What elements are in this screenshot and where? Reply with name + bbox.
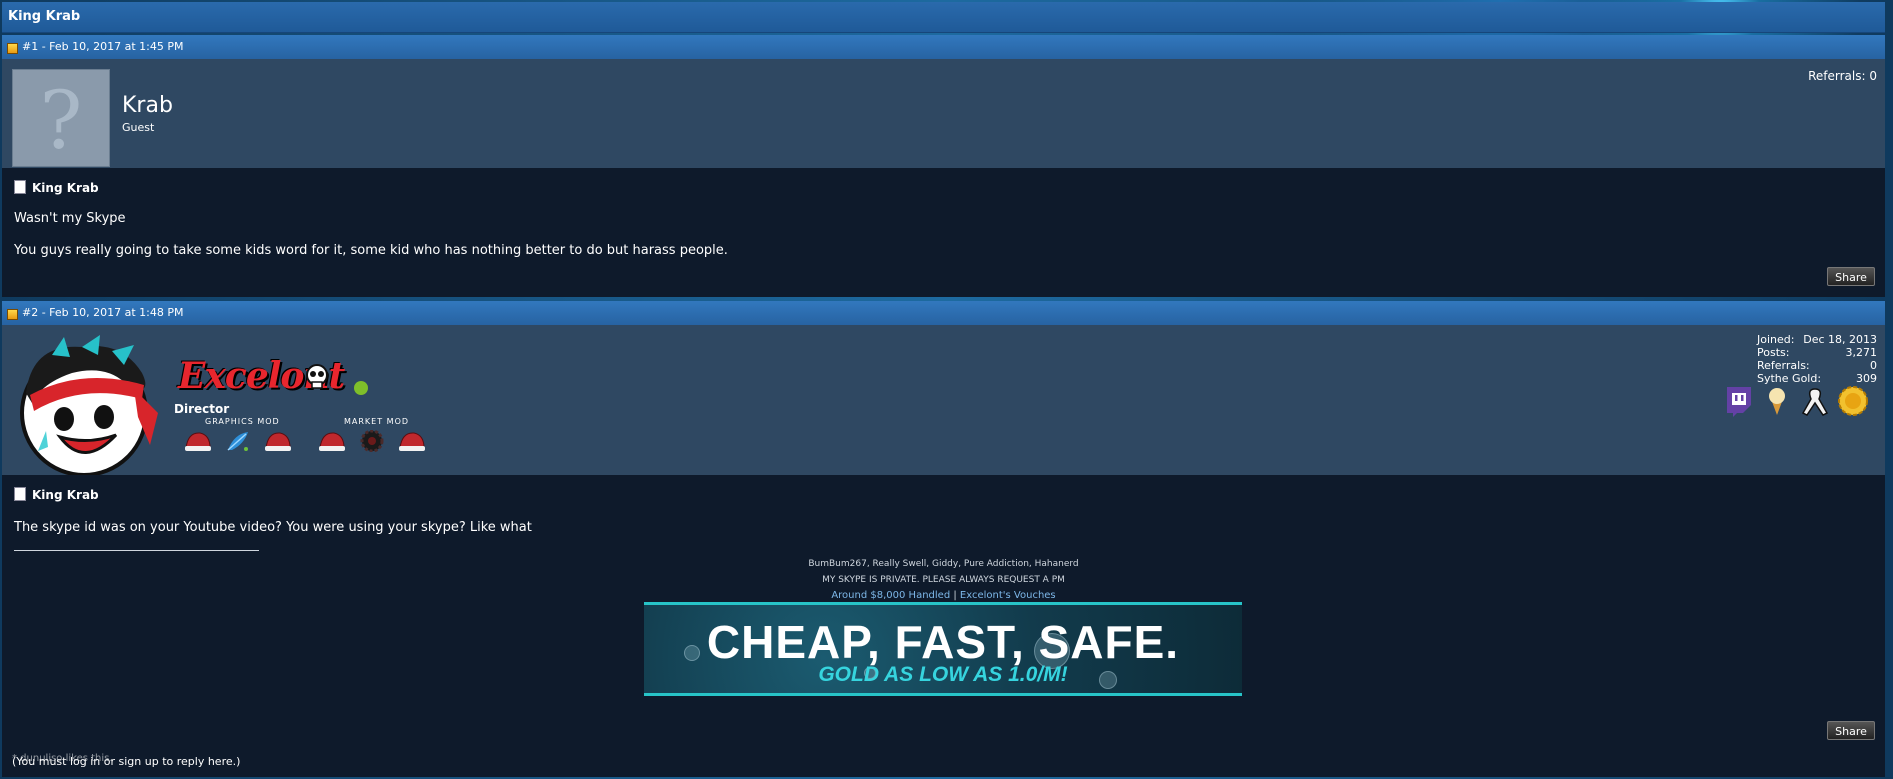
reply-notice: (You must log in or sign up to reply her… [12,755,241,768]
post-1-paragraph-1: Wasn't my Skype [14,211,126,226]
signature-divider [14,550,259,551]
signature-line-1: BumBum267, Really Swell, Giddy, Pure Add… [808,559,1079,569]
handled-link[interactable]: Around $8,000 Handled [831,590,950,601]
guest-avatar[interactable]: ? [12,69,110,167]
post-1-share-button[interactable]: Share [1827,267,1875,286]
post-1-body: King Krab Wasn't my Skype You guys reall… [2,168,1885,297]
santa-hat-icon [319,432,345,451]
banner-subline: GOLD AS LOW AS 1.0/M! [818,663,1068,686]
thread-title: King Krab [8,9,81,24]
signature-links: Around $8,000 Handled | Excelont's Vouch… [2,590,1885,601]
post-2-share-button[interactable]: Share [1827,721,1875,740]
post-2-user-stats: Joined: Dec 18, 2013 Posts: 3,271 Referral… [1757,333,1877,385]
post-2-author-name[interactable]: King Krab [32,488,99,502]
thread-title-bar: King Krab [2,2,1885,33]
santa-hat-icon [399,432,425,451]
post-1-user-rank: Guest [122,121,155,134]
post-1-paragraph-2: You guys really going to take some kids … [14,243,728,258]
stat-posts: Posts: 3,271 [1757,346,1877,359]
post-1-author: King Krab [14,180,99,195]
question-mark-icon: ? [39,74,83,167]
market-mod-title: MARKET MOD [344,417,410,426]
post-2-paragraph-1: The skype id was on your Youtube video? … [14,520,532,535]
post-1-user-bar: ? Krab Guest Referrals: 0 [2,59,1885,168]
post-icon [7,309,18,320]
post-1-referrals: Referrals: 0 [1808,69,1877,83]
post-2-header: #2 - Feb 10, 2017 at 1:48 PM [2,301,1885,325]
stat-referrals: Referrals: 0 [1757,359,1877,372]
twitch-icon[interactable] [1723,385,1755,417]
post-2-author: King Krab [14,487,99,502]
document-icon [14,487,26,501]
post-1-author-name[interactable]: King Krab [32,181,99,195]
banner-headline: CHEAP, FAST, SAFE. [706,616,1180,668]
santa-hat-icon [265,432,291,451]
skull-icon [306,364,328,389]
thread-container: King Krab #1 - Feb 10, 2017 at 1:45 PM ?… [2,2,1885,777]
graphics-mod-title: GRAPHICS MOD [205,417,280,426]
gold-banner[interactable]: CHEAP, FAST, SAFE. GOLD AS LOW AS 1.0/M! [644,602,1242,696]
post-1-permalink[interactable]: #1 - Feb 10, 2017 at 1:45 PM [22,40,184,53]
feather-icon [227,432,248,451]
link-separator: | [953,590,957,601]
thread-footer: * dunuliso likes this. (You must log in … [2,750,1885,777]
ribbon-icon[interactable] [1799,385,1831,417]
post-2-permalink[interactable]: #2 - Feb 10, 2017 at 1:48 PM [22,306,184,319]
post-2-user-rank: Director [174,402,230,416]
gold-badge-icon[interactable] [1837,385,1869,417]
post-2-user-bar: Excelont Director GRAPHICS MOD MARKET MO… [2,325,1885,478]
online-status-icon [354,381,368,395]
signature-line-2: MY SKYPE IS PRIVATE. PLEASE ALWAYS REQUE… [822,575,1065,585]
vouches-link[interactable]: Excelont's Vouches [960,590,1056,601]
cartoon-avatar[interactable] [12,333,162,478]
post-1-username[interactable]: Krab [122,93,173,118]
ice-cream-icon[interactable] [1761,385,1793,417]
post-1-header: #1 - Feb 10, 2017 at 1:45 PM [2,35,1885,59]
santa-hat-icon [185,432,211,451]
document-icon [14,180,26,194]
stat-joined: Joined: Dec 18, 2013 [1757,333,1877,346]
stat-sythe-gold: Sythe Gold: 309 [1757,372,1877,385]
gear-icon [360,430,384,452]
post-icon [7,43,18,54]
